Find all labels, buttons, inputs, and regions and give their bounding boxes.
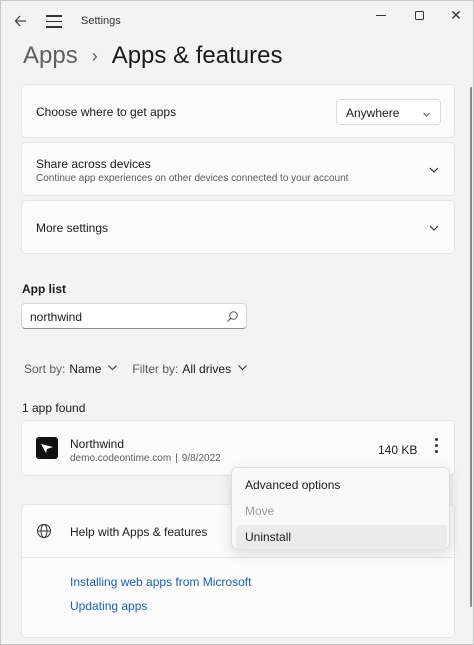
maximize-icon [414, 11, 424, 21]
app-date: 9/8/2022 [181, 453, 221, 464]
globe-icon [36, 523, 52, 539]
app-list-heading: App list [22, 282, 66, 296]
chevron-down-icon[interactable] [237, 362, 248, 376]
help-title: Help with Apps & features [70, 525, 208, 539]
search-input[interactable] [30, 309, 220, 325]
minimize-icon [376, 15, 386, 17]
more-settings-card[interactable]: More settings [21, 200, 455, 254]
close-icon: ✕ [450, 7, 462, 23]
app-context-menu: Advanced options Move Uninstall [231, 467, 450, 549]
sort-value[interactable]: Name [69, 362, 101, 376]
app-meta-separator: | [175, 453, 178, 464]
title-bar: Settings ✕ [1, 1, 473, 39]
more-options-button[interactable] [426, 435, 446, 461]
share-devices-card[interactable]: Share across devices Continue app experi… [21, 142, 455, 196]
apps-found-count: 1 app found [22, 401, 86, 415]
menu-item-move: Move [245, 504, 275, 518]
help-link-updating-apps[interactable]: Updating apps [70, 599, 147, 613]
app-meta: demo.codeontime.com | 9/8/2022 [70, 453, 221, 464]
chevron-down-icon[interactable] [428, 164, 440, 176]
search-box[interactable] [21, 303, 247, 329]
app-size: 140 KB [378, 443, 418, 457]
filter-value[interactable]: All drives [182, 362, 231, 376]
minimize-button[interactable] [363, 7, 399, 25]
get-apps-dropdown[interactable]: Anywhere [336, 99, 441, 125]
filter-label: Filter by: [132, 362, 179, 376]
get-apps-label: Choose where to get apps [36, 105, 177, 119]
get-apps-card: Choose where to get apps Anywhere [21, 84, 455, 138]
chevron-down-icon[interactable] [107, 362, 118, 376]
search-icon[interactable] [226, 310, 239, 323]
settings-window: Settings ✕ Apps › Apps & features Choose… [0, 0, 474, 645]
breadcrumb-separator: › [91, 45, 98, 66]
more-dots-icon [434, 438, 438, 441]
menu-item-uninstall[interactable]: Uninstall [236, 525, 447, 549]
page-title: Apps & features [111, 42, 283, 69]
share-devices-label: Share across devices [36, 157, 151, 171]
app-publisher: demo.codeontime.com [70, 453, 172, 464]
back-arrow-icon[interactable] [11, 11, 31, 31]
share-devices-description: Continue app experiences on other device… [36, 173, 349, 184]
chevron-down-icon [422, 108, 431, 122]
window-title: Settings [81, 15, 121, 27]
close-button[interactable]: ✕ [438, 7, 473, 25]
more-settings-label: More settings [36, 221, 109, 235]
get-apps-value: Anywhere [346, 106, 400, 120]
hamburger-icon[interactable] [45, 11, 63, 31]
chevron-down-icon[interactable] [428, 222, 440, 234]
scrollbar[interactable] [470, 87, 472, 607]
help-link-installing-web-apps[interactable]: Installing web apps from Microsoft [70, 575, 251, 589]
northwind-app-icon [36, 437, 58, 459]
maximize-button[interactable] [401, 7, 437, 25]
breadcrumb: Apps › Apps & features [23, 39, 282, 73]
menu-item-advanced-options[interactable]: Advanced options [236, 473, 447, 497]
sort-filter-bar: Sort by: Name Filter by: All drives [24, 362, 262, 376]
divider [22, 557, 454, 558]
breadcrumb-parent[interactable]: Apps [23, 42, 78, 70]
sort-label: Sort by: [24, 362, 66, 376]
app-name: Northwind [70, 437, 125, 451]
